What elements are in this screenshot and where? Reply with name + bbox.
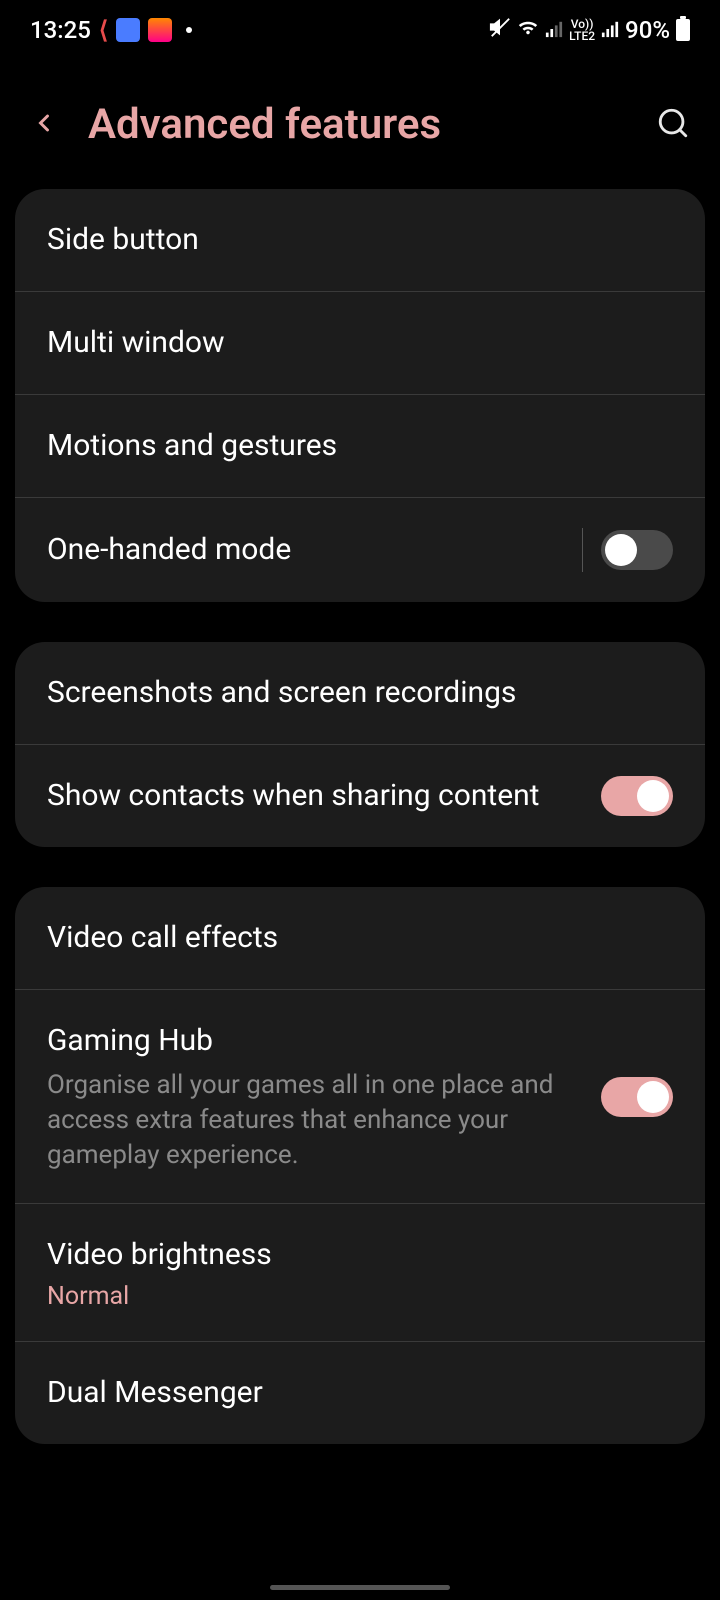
battery-icon xyxy=(676,19,690,41)
status-right: Vo)) LTE2 90% xyxy=(489,16,690,44)
toggle-divider xyxy=(582,528,583,572)
content: Side button Multi window Motions and ges… xyxy=(0,189,720,1444)
section-1: Side button Multi window Motions and ges… xyxy=(15,189,705,602)
row-screenshots-recordings[interactable]: Screenshots and screen recordings xyxy=(15,642,705,745)
row-title: Dual Messenger xyxy=(47,1372,653,1414)
row-title: Screenshots and screen recordings xyxy=(47,672,653,714)
row-title: Motions and gestures xyxy=(47,425,653,467)
nav-indicator[interactable] xyxy=(270,1585,450,1590)
gaming-hub-toggle[interactable] xyxy=(601,1077,673,1117)
row-video-call-effects[interactable]: Video call effects xyxy=(15,887,705,990)
row-side-button[interactable]: Side button xyxy=(15,189,705,292)
search-icon[interactable] xyxy=(656,106,690,144)
page-title: Advanced features xyxy=(88,100,626,149)
notif-more-icon xyxy=(186,27,192,33)
row-value: Normal xyxy=(47,1282,653,1311)
signal-2-icon xyxy=(601,16,619,44)
battery-percent: 90% xyxy=(625,16,670,44)
row-one-handed-mode[interactable]: One-handed mode xyxy=(15,498,705,602)
back-icon[interactable] xyxy=(30,103,58,147)
mute-icon xyxy=(489,16,511,44)
row-subtitle: Organise all your games all in one place… xyxy=(47,1068,581,1173)
show-contacts-toggle[interactable] xyxy=(601,776,673,816)
row-gaming-hub[interactable]: Gaming Hub Organise all your games all i… xyxy=(15,990,705,1204)
one-handed-toggle[interactable] xyxy=(601,530,673,570)
row-title: Video call effects xyxy=(47,917,653,959)
lte-label: Vo)) LTE2 xyxy=(569,18,595,42)
row-dual-messenger[interactable]: Dual Messenger xyxy=(15,1342,705,1444)
row-title: Show contacts when sharing content xyxy=(47,775,581,817)
signal-1-icon xyxy=(545,16,563,44)
row-title: Gaming Hub xyxy=(47,1020,581,1062)
row-title: Side button xyxy=(47,219,653,261)
status-time: 13:25 xyxy=(30,16,91,44)
section-3: Video call effects Gaming Hub Organise a… xyxy=(15,887,705,1444)
row-title: Video brightness xyxy=(47,1234,653,1276)
status-left: 13:25 ⟨ xyxy=(30,16,192,44)
row-show-contacts-sharing[interactable]: Show contacts when sharing content xyxy=(15,745,705,847)
notif-icon-1: ⟨ xyxy=(99,16,108,44)
row-title: One-handed mode xyxy=(47,529,562,571)
row-title: Multi window xyxy=(47,322,653,364)
notif-icon-2 xyxy=(116,18,140,42)
row-video-brightness[interactable]: Video brightness Normal xyxy=(15,1204,705,1342)
status-bar: 13:25 ⟨ Vo)) LTE2 90% xyxy=(0,0,720,50)
section-2: Screenshots and screen recordings Show c… xyxy=(15,642,705,847)
row-motions-gestures[interactable]: Motions and gestures xyxy=(15,395,705,498)
notif-icon-3 xyxy=(148,18,172,42)
row-multi-window[interactable]: Multi window xyxy=(15,292,705,395)
wifi-icon xyxy=(517,16,539,44)
header: Advanced features xyxy=(0,50,720,189)
